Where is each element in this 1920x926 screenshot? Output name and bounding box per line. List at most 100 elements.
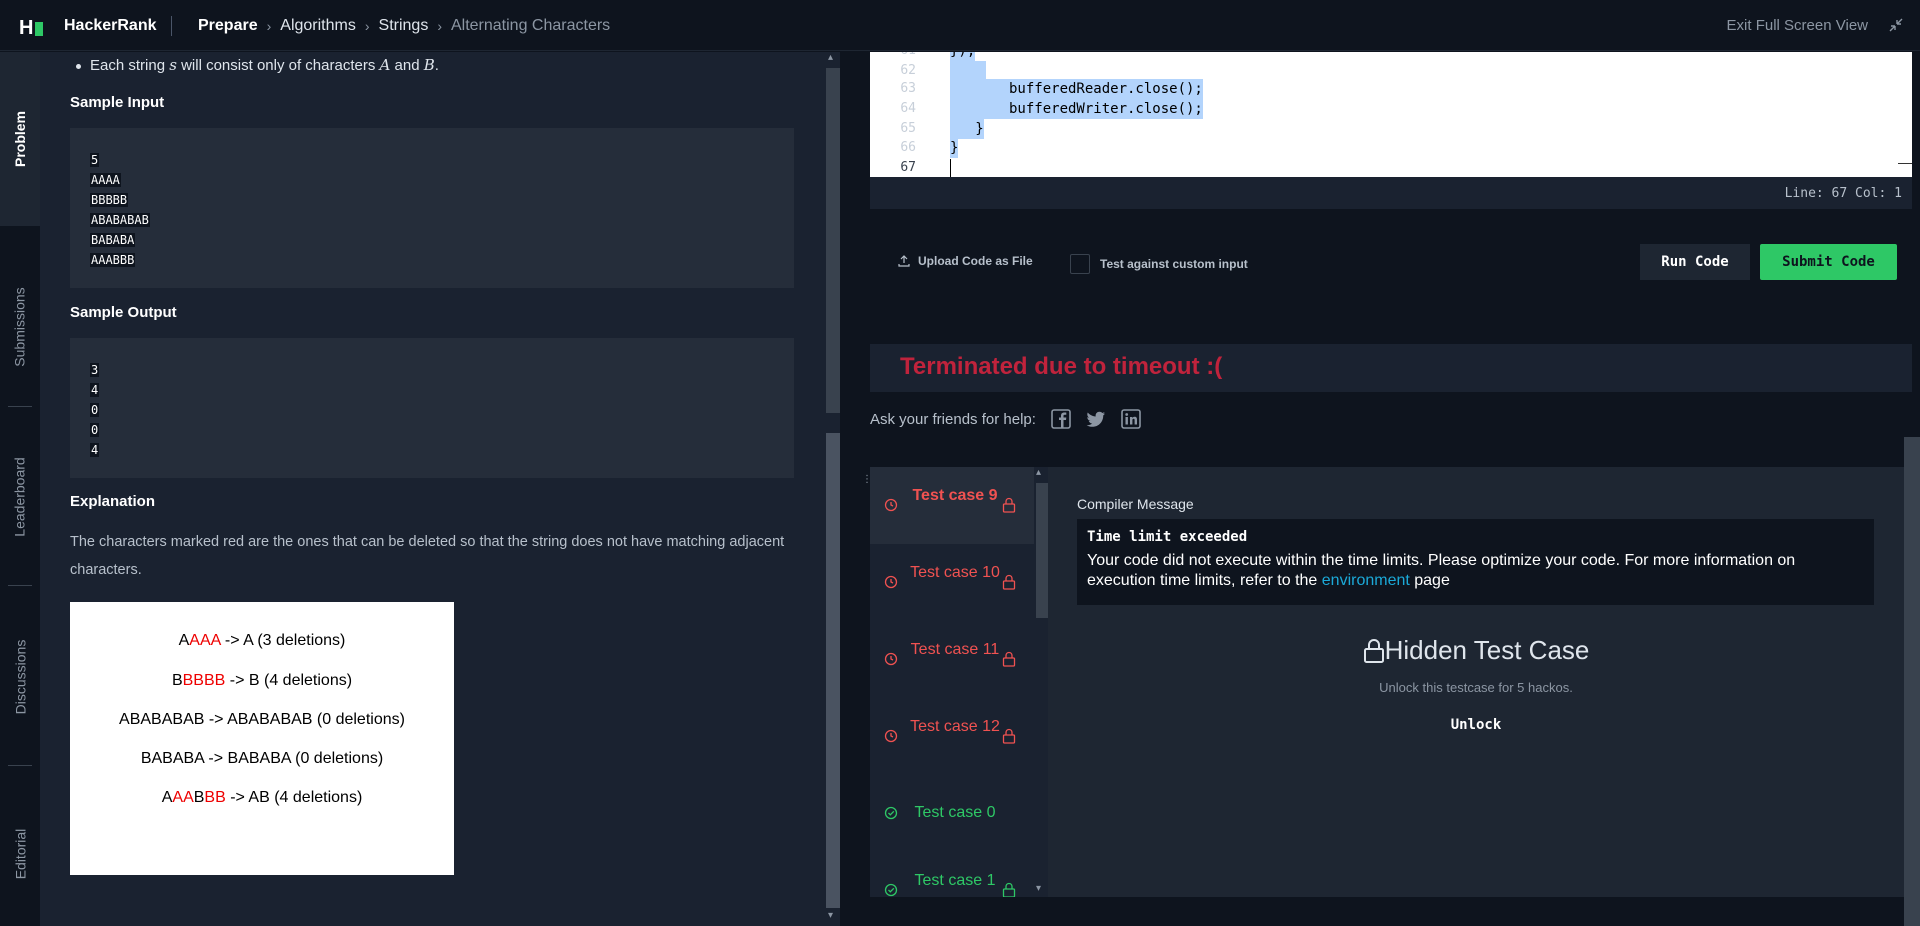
exit-fullscreen-link[interactable]: Exit Full Screen View [1727,17,1868,34]
editor-panel: 61 }); 62 63 bufferedReader.close(); 64 … [860,52,1920,926]
linkedin-icon[interactable] [1121,409,1141,429]
testcase-item[interactable]: Test case 0 [870,775,1034,852]
constraint-b: B [423,56,435,74]
breadcrumb-prepare[interactable]: Prepare [198,17,258,35]
lock-icon [1002,728,1016,744]
sample-input-line: 5 [90,153,100,167]
constraint-pre: Each string [90,57,170,74]
sample-output-line: 4 [90,443,100,457]
testcase-list: Test case 9 Test case 10 Test case 11 Te… [870,467,1048,897]
explanation-text: The characters marked red are the ones t… [70,534,785,578]
check-circle-icon [884,883,898,897]
lock-icon [1363,638,1384,663]
right-panel-scrollbar[interactable] [1904,437,1920,926]
constraint-mid: will consist only of characters [176,57,380,74]
hackerrank-logo[interactable]: H [19,17,44,40]
testcase-item[interactable]: Test case 11 [870,621,1034,698]
sample-input-line: AAAA [90,173,121,187]
tab-discussions[interactable]: Discussions [0,592,40,762]
chevron-right-icon: › [364,18,370,34]
submit-code-button[interactable]: Submit Code [1760,244,1897,280]
logo-square [35,21,44,36]
editor-line: 62 [870,61,1912,81]
clock-icon [884,498,898,512]
tab-leaderboard[interactable]: Leaderboard [0,412,40,582]
facebook-icon[interactable] [1051,409,1071,429]
testcase-label: Test case 9 [912,487,998,504]
tab-divider [8,406,32,407]
constraint-var: s [169,56,177,74]
constraint-and: and [390,57,424,74]
diagram-row: AAABBB -> AB (4 deletions) [161,789,363,806]
twitter-icon[interactable] [1086,409,1106,429]
scrollbar-thumb[interactable] [826,433,840,908]
testcase-item[interactable]: Test case 1 [870,852,1034,897]
code-editor[interactable]: 61 }); 62 63 bufferedReader.close(); 64 … [870,52,1912,177]
unlock-button[interactable]: Unlock [1426,717,1526,733]
tab-submissions[interactable]: Submissions [0,252,40,402]
result-status: Terminated due to timeout :( [900,353,1223,380]
breadcrumb-current: Alternating Characters [450,17,611,34]
custom-input-checkbox[interactable]: Test against custom input [1070,254,1248,274]
upload-icon [898,255,910,267]
environment-link[interactable]: environment [1322,572,1410,589]
testcase-item[interactable]: Test case 10 [870,544,1034,621]
sample-input-line: BBBBB [90,193,129,207]
run-code-button[interactable]: Run Code [1640,244,1750,280]
cursor-position: Line: 67 Col: 1 [1784,186,1902,201]
brand-divider [171,16,172,36]
tab-editorial[interactable]: Editorial [0,782,40,926]
testcase-scrollbar[interactable]: ▴ ▾ [1034,467,1048,897]
sample-output-line: 4 [90,383,100,397]
scroll-down-icon[interactable]: ▾ [828,910,833,921]
tab-discussions-label: Discussions [12,639,29,715]
clock-icon [884,652,898,666]
hidden-testcase-subtitle: Unlock this testcase for 5 hackos. [1379,680,1573,695]
editor-line: 61 }); [870,52,1912,61]
result-banner: Terminated due to timeout :( [870,344,1912,392]
editor-line: 67 [900,160,916,175]
testcase-label: Test case 10 [910,564,1000,581]
chevron-right-icon: › [437,18,442,34]
lock-icon [1002,497,1016,513]
scroll-up-icon[interactable]: ▴ [828,52,833,63]
scroll-down-icon[interactable]: ▾ [1036,883,1041,894]
brand-name[interactable]: HackerRank [64,17,157,35]
breadcrumb-algorithms[interactable]: Algorithms [280,17,356,35]
compiler-message-title: Compiler Message [1077,496,1194,512]
explanation-diagram: AAAA -> A (3 deletions) BBBBB -> B (4 de… [70,602,454,875]
upload-label: Upload Code as File [918,254,1033,268]
share-label: Ask your friends for help: [870,410,1036,428]
checkbox-box[interactable] [1070,254,1090,274]
sample-input-line: AAABBB [90,253,136,267]
problem-scrollbar[interactable]: ▴ ▾ [826,52,840,926]
editor-line: 65 } [900,119,984,139]
upload-code-button[interactable]: Upload Code as File [898,254,1033,268]
diagram-row: BABABA -> BABABA (0 deletions) [140,750,384,767]
lock-icon [1002,651,1016,667]
testcase-scrollbar-thumb[interactable] [1036,483,1048,618]
testcase-item[interactable]: Test case 12 [870,698,1034,775]
scroll-up-icon[interactable]: ▴ [1036,467,1041,478]
tab-problem[interactable]: Problem [0,52,40,226]
sample-output-block: 3 4 0 0 4 [70,338,794,478]
sample-input-line: BABABA [90,233,136,247]
sample-input-title: Sample Input [70,94,165,111]
tab-problem-label: Problem [12,110,29,168]
explanation-title: Explanation [70,493,156,510]
editor-scroll-marker [1898,163,1912,164]
breadcrumb: Prepare › Algorithms › Strings › Alterna… [198,17,610,35]
share-row: Ask your friends for help: [870,409,1141,429]
tab-divider [8,585,32,586]
testcase-item[interactable]: Test case 9 [870,467,1034,544]
editor-line: 66} [900,138,959,158]
breadcrumb-strings[interactable]: Strings [379,17,429,35]
collapse-icon[interactable] [1888,17,1904,33]
testcase-label: Test case 11 [910,641,1000,658]
side-tab-nav: Problem Submissions Leaderboard Discussi… [0,52,40,926]
top-bar: H HackerRank Prepare › Algorithms › Stri… [0,0,1920,51]
sample-output-line: 0 [90,403,100,417]
editor-status-bar: Line: 67 Col: 1 [870,177,1912,209]
sample-output-line: 3 [90,363,100,377]
testcase-detail: Compiler Message Time limit exceeded You… [1048,467,1904,897]
